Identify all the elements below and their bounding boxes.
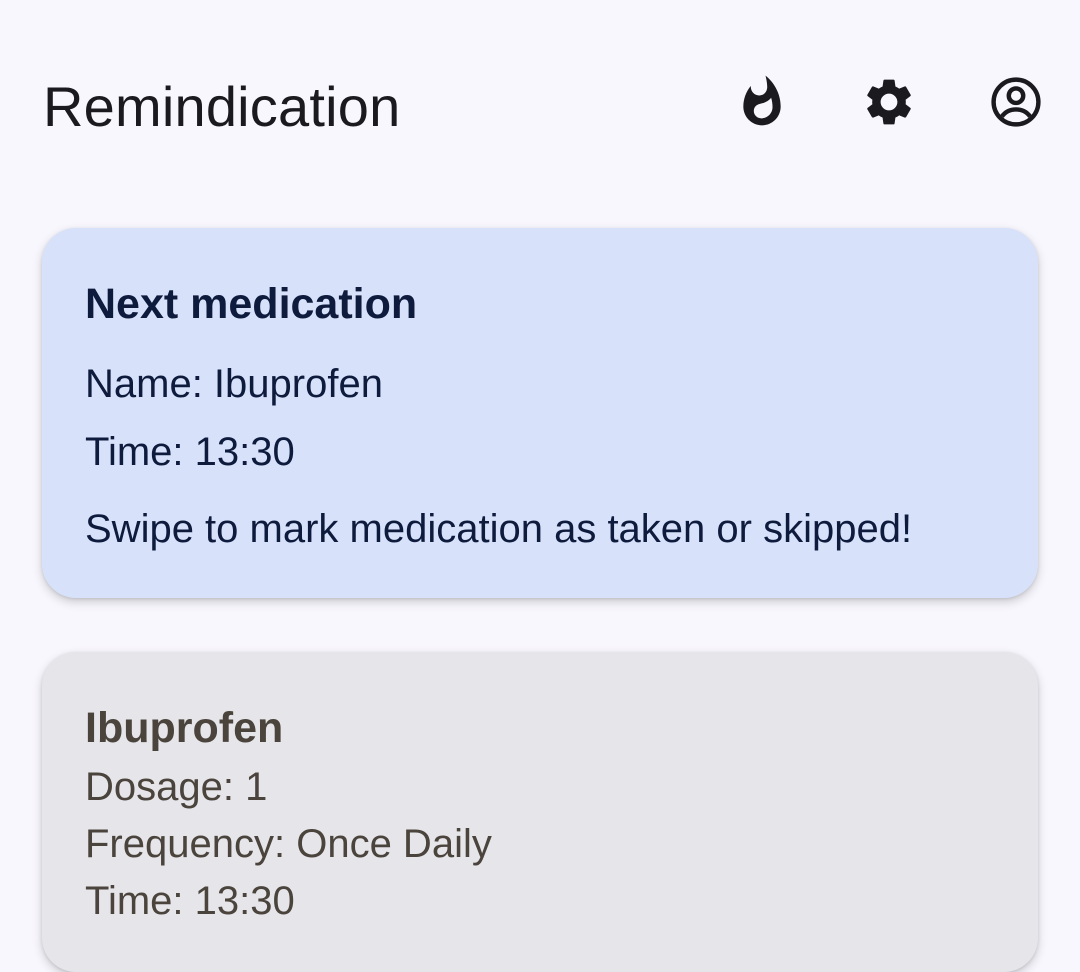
medication-card[interactable] (42, 652, 1038, 972)
medication-time: Time: 13:30 (85, 879, 295, 923)
app-title: Remindication (43, 75, 401, 138)
settings-button[interactable] (857, 70, 921, 134)
account-button[interactable] (984, 70, 1048, 134)
next-medication-heading: Next medication (85, 280, 418, 328)
medication-name: Ibuprofen (85, 704, 284, 752)
streak-button[interactable] (730, 70, 794, 134)
medication-frequency: Frequency: Once Daily (85, 822, 492, 866)
top-app-bar: Remindication (0, 0, 1080, 210)
swipe-hint: Swipe to mark medication as taken or ski… (85, 507, 913, 551)
account-circle-icon (991, 77, 1041, 127)
gear-icon (867, 79, 911, 125)
fire-icon (743, 75, 781, 126)
medication-dosage: Dosage: 1 (85, 765, 268, 809)
next-medication-name: Name: Ibuprofen (85, 362, 383, 406)
next-medication-time: Time: 13:30 (85, 430, 295, 474)
